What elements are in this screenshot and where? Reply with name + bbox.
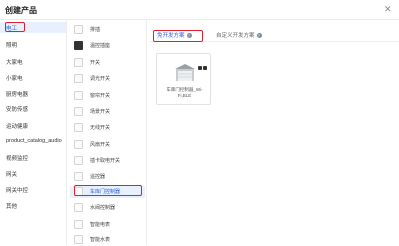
category-item-health[interactable]: 运动健康 [6,122,28,130]
subcategory-item[interactable]: 智能水表 [74,234,144,246]
subcategory-item[interactable]: 窗帘开关 [74,90,144,102]
tab-custom-dev-plan[interactable]: 自定义开发方案? [216,31,262,39]
subcategory-label: 排插 [90,27,101,33]
subcategory-item[interactable]: 无线开关 [74,122,144,134]
subcategory-label: 智能电表 [90,222,111,228]
dimmer-icon [74,74,83,83]
product-name: 车库门控制器_Wi-Fi,BLE [166,87,203,98]
garage-door-icon [175,64,195,81]
subcategory-label: 窗帘开关 [90,93,111,99]
subcategory-label: 智能水表 [90,237,111,243]
category-item-kitchen[interactable]: 厨房电器 [6,90,28,98]
highlight-box-category [5,22,25,32]
highlight-box-subcategory [74,185,142,196]
subcategory-label: 无线开关 [90,125,111,131]
product-card[interactable]: 车库门控制器_Wi-Fi,BLE [156,53,211,105]
category-item-lighting[interactable]: 照明 [6,41,17,49]
subcategory-item[interactable]: 智能电表 [74,219,144,231]
subcategory-label: 开关 [90,60,101,66]
meter-icon [74,220,83,229]
help-icon[interactable]: ? [256,33,262,39]
water-valve-icon [74,203,83,212]
remote-icon [74,172,83,181]
power-strip-icon [74,25,83,34]
subcategory-label: 水阀控制器 [90,205,116,211]
tab-label: 自定义开发方案 [216,33,255,39]
subcategory-label: 风扇开关 [90,142,111,148]
ble-badge-icon [203,66,207,70]
category-item-video[interactable]: 视频监控 [6,154,28,162]
close-icon[interactable]: ✕ [384,4,392,15]
curtain-switch-icon [74,91,83,100]
fan-switch-icon [74,140,83,149]
category-item-security[interactable]: 安防传感 [6,105,28,113]
switch-icon [74,58,83,67]
subcategory-label: 遥控器 [90,174,106,180]
subcategory-item[interactable]: 开关 [74,57,144,69]
category-list: 电工 照明 大家电 小家电 厨房电器 安防传感 运动健康 product_cat… [0,20,67,245]
category-item-gateway-hub[interactable]: 网关中控 [6,186,28,194]
socket-icon [74,41,83,50]
subcategory-label: 场景开关 [90,109,111,115]
card-switch-icon [74,156,83,165]
subcategory-item[interactable]: 插卡取电开关 [74,155,144,167]
wifi-badge-icon [198,66,202,70]
dialog-title: 创建产品 [5,6,37,15]
dialog-header: 创建产品 ✕ [0,0,399,20]
subcategory-item[interactable]: 水阀控制器 [74,202,144,214]
subcategory-item[interactable]: 温控插座 [74,40,144,52]
category-item-audio[interactable]: product_catalog_audio [6,138,62,144]
category-item-gateway[interactable]: 网关 [6,170,17,178]
subcategory-item[interactable]: 排插 [74,24,144,36]
subcategory-item[interactable]: 遥控器 [74,171,144,183]
wireless-switch-icon [74,123,83,132]
scene-switch-icon [74,107,83,116]
subcategory-list: 排插 温控插座 开关 调光开关 窗帘开关 场景开关 无线开关 风扇开关 插卡取电… [67,20,147,245]
subcategory-label: 插卡取电开关 [90,158,121,164]
category-item-small-appliance[interactable]: 小家电 [6,74,23,82]
subcategory-item[interactable]: 调光开关 [74,73,144,85]
category-item-other[interactable]: 其他 [6,202,17,210]
subcategory-item[interactable]: 场景开关 [74,106,144,118]
subcategory-label: 调光开关 [90,76,111,82]
subcategory-label: 温控插座 [90,43,111,49]
highlight-box-tab [153,30,203,42]
card-badges [197,57,207,75]
water-meter-icon [74,235,83,244]
subcategory-item[interactable]: 风扇开关 [74,139,144,151]
category-item-large-appliance[interactable]: 大家电 [6,58,23,66]
